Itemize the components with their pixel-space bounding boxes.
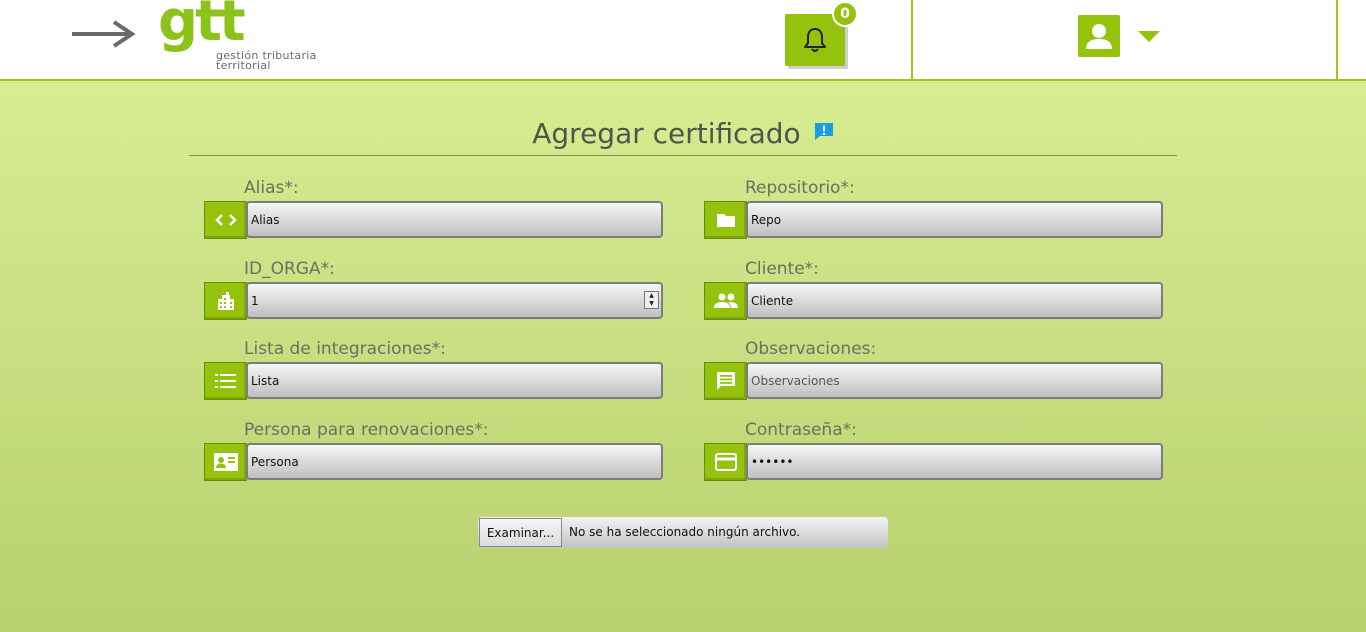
id-orga-input[interactable] (246, 282, 663, 319)
lista-input[interactable] (246, 362, 663, 399)
browse-button[interactable]: Examinar... (479, 518, 562, 547)
observaciones-label: Observaciones: (745, 339, 877, 359)
persona-input[interactable] (246, 443, 663, 480)
persona-label: Persona para renovaciones*: (244, 420, 489, 440)
lista-label: Lista de integraciones*: (244, 339, 446, 359)
alias-input[interactable] (246, 201, 663, 238)
user-icon (1078, 15, 1120, 57)
cliente-field (704, 282, 1164, 320)
card-icon (704, 443, 747, 481)
contrasena-input[interactable] (746, 443, 1163, 480)
repositorio-field (704, 201, 1164, 239)
bell-icon (804, 28, 826, 52)
spinner-up-icon[interactable]: ▲ (645, 292, 658, 300)
contrasena-field (704, 443, 1164, 481)
folder-icon (704, 201, 747, 239)
lista-field (204, 362, 664, 400)
repositorio-label: Repositorio*: (745, 178, 855, 198)
logo-subtitle-line2: territorial (216, 59, 271, 72)
file-upload: Examinar... No se ha seleccionado ningún… (478, 517, 888, 548)
title-row: Agregar certificado (189, 115, 1177, 156)
observaciones-field (704, 362, 1164, 400)
file-status: No se ha seleccionado ningún archivo. (569, 525, 801, 539)
header-divider (911, 0, 913, 80)
main-content: Agregar certificado Alias*: Repositorio*… (0, 81, 1366, 632)
building-icon (204, 282, 247, 320)
comment-icon (704, 362, 747, 400)
repositorio-input[interactable] (746, 201, 1163, 238)
alias-label: Alias*: (244, 178, 299, 198)
persona-field (204, 443, 664, 481)
notifications-badge: 0 (832, 1, 858, 27)
info-icon[interactable] (814, 122, 834, 141)
observaciones-input[interactable] (746, 362, 1163, 399)
cliente-input[interactable] (746, 282, 1163, 319)
people-icon (704, 282, 747, 320)
logo-text: gtt (158, 0, 246, 54)
notifications: 0 (785, 1, 858, 70)
arrow-right-icon[interactable] (70, 18, 136, 50)
alias-field (204, 201, 664, 239)
page-title: Agregar certificado (532, 117, 801, 150)
spinner-down-icon[interactable]: ▼ (645, 300, 658, 308)
contrasena-label: Contraseña*: (745, 420, 857, 440)
gtt-logo[interactable]: gtt gestión tributaria territorial (158, 0, 358, 74)
logo-subtitle: gestión tributaria territorial (216, 50, 317, 72)
id-orga-label: ID_ORGA*: (244, 259, 335, 279)
id-orga-field: ▲ ▼ (204, 282, 664, 320)
code-icon (204, 201, 247, 239)
user-menu[interactable] (1078, 14, 1168, 58)
chevron-down-icon[interactable] (1138, 30, 1160, 42)
header: gtt gestión tributaria territorial 0 (0, 0, 1366, 81)
header-divider-right (1336, 0, 1338, 80)
contact-card-icon (204, 443, 247, 481)
cliente-label: Cliente*: (745, 259, 819, 279)
id-orga-spinner[interactable]: ▲ ▼ (644, 291, 659, 309)
list-icon (204, 362, 247, 400)
